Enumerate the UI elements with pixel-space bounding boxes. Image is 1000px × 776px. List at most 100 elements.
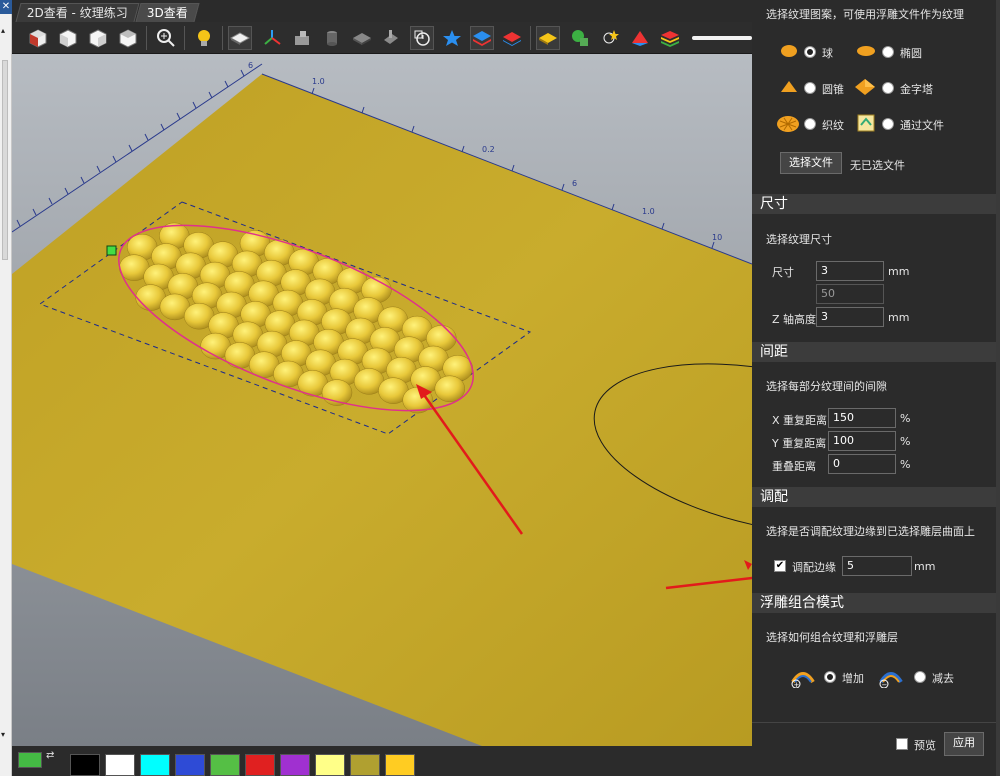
section-combine-title: 浮雕组合模式 — [752, 593, 1000, 613]
z-height-unit: mm — [888, 311, 910, 324]
magic-icon[interactable] — [598, 26, 622, 50]
size-input[interactable]: 3 — [816, 261, 884, 281]
radio-weave[interactable] — [804, 118, 816, 130]
ruler-label: 1.0 — [312, 77, 325, 86]
left-scrollbar[interactable] — [2, 60, 8, 260]
preview-checkbox[interactable] — [896, 738, 908, 750]
label-from-file: 通过文件 — [900, 119, 944, 132]
layer-red-icon[interactable] — [500, 26, 524, 50]
color-swatch[interactable] — [175, 754, 205, 776]
view-iso-icon[interactable] — [26, 26, 50, 50]
surface-icon[interactable] — [228, 26, 252, 50]
overlap-unit: % — [900, 458, 911, 471]
svg-text:+: + — [794, 681, 800, 688]
color-swatch[interactable] — [350, 754, 380, 776]
swap-colors-icon[interactable]: ⇄ — [46, 750, 54, 761]
size-percent-input[interactable]: 50 — [816, 284, 884, 304]
subtract-relief-icon: − — [878, 664, 904, 691]
render-icon[interactable] — [290, 26, 314, 50]
3d-viewport[interactable]: 6 1.0 0.2 6 1.0 10 — [12, 54, 752, 746]
x-repeat-input[interactable]: 150 — [828, 408, 896, 428]
label-add: 增加 — [842, 672, 864, 685]
ruler-label: 1.0 — [642, 207, 655, 216]
star-icon[interactable] — [440, 26, 464, 50]
preview-label: 预览 — [914, 739, 936, 752]
layers-icon[interactable] — [470, 26, 494, 50]
choose-file-button[interactable]: 选择文件 — [780, 152, 842, 174]
fit-hint: 选择是否调配纹理边缘到已选择雕层曲面上 — [766, 525, 975, 538]
ruler-label: 6 — [248, 61, 253, 70]
section-spacing-title: 间距 — [752, 342, 1000, 362]
ruler-label: 6 — [572, 179, 577, 188]
color-swatch[interactable] — [140, 754, 170, 776]
view-top-icon[interactable] — [116, 26, 140, 50]
combine-hint: 选择如何组合纹理和浮雕层 — [766, 631, 898, 644]
y-repeat-unit: % — [900, 435, 911, 448]
radio-add[interactable] — [824, 671, 836, 683]
section-size-title: 尺寸 — [752, 194, 1000, 214]
arrow-down-icon[interactable]: ▾ — [1, 730, 5, 739]
radio-pyramid[interactable] — [882, 82, 894, 94]
radio-ellipse[interactable] — [882, 46, 894, 58]
color-swatch[interactable] — [70, 754, 100, 776]
panel-scrollbar[interactable] — [996, 0, 1000, 776]
footer-divider — [752, 722, 996, 723]
apply-button[interactable]: 应用 — [944, 732, 984, 756]
color-swatch[interactable] — [210, 754, 240, 776]
svg-text:−: − — [882, 681, 888, 688]
tab-3d-view[interactable]: 3D查看 — [135, 3, 200, 22]
view-side-icon[interactable] — [86, 26, 110, 50]
color-swatch[interactable] — [245, 754, 275, 776]
radio-from-file[interactable] — [882, 118, 894, 130]
color-swatch[interactable] — [385, 754, 415, 776]
trace-icon[interactable] — [410, 26, 434, 50]
material-icon[interactable] — [536, 26, 560, 50]
y-repeat-label: Y 重复距离 — [772, 437, 827, 450]
radio-subtract[interactable] — [914, 671, 926, 683]
color-swatch[interactable] — [280, 754, 310, 776]
zoom-slider[interactable] — [692, 36, 752, 40]
file-status: 无已选文件 — [850, 159, 905, 172]
radio-cone[interactable] — [804, 82, 816, 94]
cone-icon — [780, 80, 798, 97]
axis-icon[interactable] — [260, 26, 284, 50]
section-fit-title: 调配 — [752, 487, 1000, 507]
view-front-icon[interactable] — [56, 26, 80, 50]
overlap-label: 重叠距离 — [772, 460, 816, 473]
tab-2d-view[interactable]: 2D查看 - 纹理练习 — [15, 3, 140, 22]
fit-edge-input[interactable]: 5 — [842, 556, 912, 576]
color-swatch[interactable] — [105, 754, 135, 776]
label-ellipse: 椭圆 — [900, 47, 922, 60]
y-repeat-input[interactable]: 100 — [828, 431, 896, 451]
current-color-swatch[interactable] — [18, 752, 42, 768]
tab-bar: 2D查看 - 纹理练习 3D查看 — [12, 0, 752, 22]
relief-icon[interactable] — [628, 26, 652, 50]
ruler-label: 10 — [712, 233, 722, 242]
label-subtract: 减去 — [932, 672, 954, 685]
plate-icon[interactable] — [350, 26, 374, 50]
fit-edge-checkbox[interactable]: ✔ — [774, 560, 786, 572]
light-icon[interactable] — [192, 26, 216, 50]
label-sphere: 球 — [822, 47, 833, 60]
stack-icon[interactable] — [658, 26, 682, 50]
selection-handle[interactable] — [106, 245, 117, 256]
overlap-input[interactable]: 0 — [828, 454, 896, 474]
weave-icon — [776, 115, 800, 136]
label-pyramid: 金字塔 — [900, 83, 933, 96]
cylinder-icon[interactable] — [320, 26, 344, 50]
shape-green-icon[interactable] — [568, 26, 592, 50]
spacing-hint: 选择每部分纹理间的间隙 — [766, 380, 887, 393]
view-toolbar — [12, 22, 752, 54]
size-unit: mm — [888, 265, 910, 278]
zoom-fit-icon[interactable] — [154, 26, 178, 50]
arrow-up-icon[interactable]: ▴ — [1, 26, 5, 35]
ellipse-shape-icon — [856, 44, 876, 61]
color-swatch[interactable] — [315, 754, 345, 776]
left-collapsed-panel: ✕ ▴ ▾ — [0, 0, 12, 776]
close-icon[interactable]: ✕ — [0, 0, 12, 14]
z-height-input[interactable]: 3 — [816, 307, 884, 327]
x-repeat-unit: % — [900, 412, 911, 425]
tool-icon[interactable] — [378, 26, 402, 50]
pyramid-icon — [854, 78, 876, 99]
radio-sphere[interactable] — [804, 46, 816, 58]
